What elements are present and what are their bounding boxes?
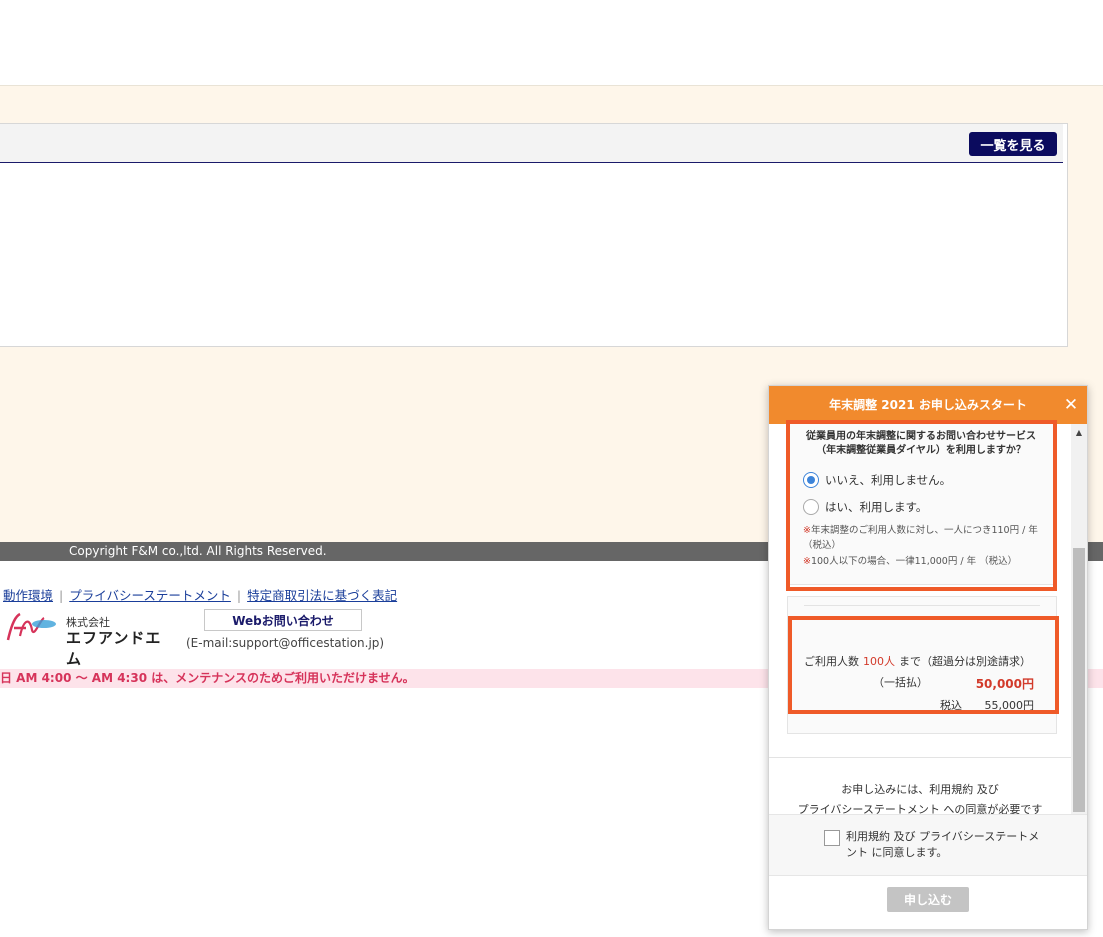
agree-section: 利用規約 及び プライバシーステートメント に同意します。 [769,814,1087,876]
option-yes[interactable]: はい、利用します。 [803,497,927,517]
maintenance-text: 日 AM 4:00 ～ AM 4:30 は、メンテナンスのためご利用いただけませ… [0,671,415,685]
question-title: 従業員用の年末調整に関するお問い合わせサービス （年末調整従業員ダイヤル）を利用… [787,430,1055,458]
modal-scroll-area[interactable]: 従業員用の年末調整に関するお問い合わせサービス （年末調整従業員ダイヤル）を利用… [769,424,1071,814]
plan-tax-price: 55,000円 [984,699,1035,712]
terms-notice-line-2: プライバシーステートメント への同意が必要です [797,803,1043,814]
footer-links: 動作環境 | プライバシーステートメント | 特定商取引法に基づく表記 [3,585,397,604]
scrollbar-thumb[interactable] [1073,548,1085,812]
note-1: ※年末調整のご利用人数に対し、一人につき110円 / 年 （税込） [803,523,1043,553]
link-commercial-law[interactable]: 特定商取引法に基づく表記 [247,588,397,603]
question-line-2: （年末調整従業員ダイヤル）を利用しますか？ [816,445,1026,456]
note-mark: ※ [803,556,811,567]
plan-users: ご利用人数 100人 まで（超過分は別途請求） [804,653,1031,669]
note-1-text: 年末調整のご利用人数に対し、一人につき110円 / 年 （税込） [803,525,1038,551]
modal-title: 年末調整 2021 お申し込みスタート [829,398,1027,412]
plan-top-divider [804,597,1040,606]
top-header-bar [0,0,1103,86]
submit-button[interactable]: 申し込む [887,887,969,912]
logo-company-name: エフアンドエム [66,629,162,668]
question-line-1: 従業員用の年末調整に関するお問い合わせサービス [806,431,1036,442]
plan-section: ご利用人数 100人 まで（超過分は別途請求） （一括払） 50,000円 税込 5… [787,596,1057,734]
plan-users-value: 100人 [863,655,895,668]
copyright-text: Copyright F&M co.,ltd. All Rights Reserv… [69,544,327,558]
scroll-up-icon[interactable]: ▲ [1071,428,1087,438]
view-all-button[interactable]: 一覧を見る [969,132,1057,156]
application-modal: 年末調整 2021 お申し込みスタート ✕ 従業員用の年末調整に関するお問い合わ… [768,385,1088,930]
option-no-label: いいえ、利用しません。 [825,473,952,487]
modal-header: 年末調整 2021 お申し込みスタート ✕ [769,386,1087,424]
option-yes-label: はい、利用します。 [825,500,928,514]
agree-checkbox[interactable] [824,830,840,846]
link-separator: | [236,588,242,603]
question-section: 従業員用の年末調整に関するお問い合わせサービス （年末調整従業員ダイヤル）を利用… [787,424,1055,585]
link-environment[interactable]: 動作環境 [3,588,53,603]
logo-mark-icon [6,612,56,641]
section-divider [769,757,1071,758]
info-panel-header: 一覧を見る [0,124,1063,163]
plan-price: 50,000円 [975,677,1034,691]
support-email: (E-mail:support@officestation.jp) [186,636,385,650]
modal-scrollbar[interactable]: ▲ [1071,424,1087,814]
option-no[interactable]: いいえ、利用しません。 [803,470,951,490]
radio-no[interactable] [803,472,819,488]
link-privacy[interactable]: プライバシーステートメント [69,588,231,603]
web-contact-button[interactable]: Webお問い合わせ [204,609,362,631]
agree-label[interactable]: 利用規約 及び プライバシーステートメント に同意します。 [846,829,1046,861]
link-separator: | [59,588,64,603]
info-panel: 一覧を見る [0,123,1068,347]
plan-users-suffix: まで（超過分は別途請求） [899,655,1031,668]
radio-yes[interactable] [803,499,819,515]
close-icon[interactable]: ✕ [1059,393,1083,417]
plan-payment: （一括払） [873,676,928,689]
note-2-text: 100人以下の場合、一律11,000円 / 年 （税込） [810,556,1018,567]
company-logo: 株式会社 エフアンドエム [4,610,164,668]
plan-users-label: ご利用人数 [804,655,859,668]
terms-notice-line-1: お申し込みには、利用規約 及び [841,783,999,796]
note-2: ※100人以下の場合、一律11,000円 / 年 （税込） [803,554,1043,569]
plan-tax-label: 税込 [940,699,962,712]
note-mark: ※ [803,525,811,536]
